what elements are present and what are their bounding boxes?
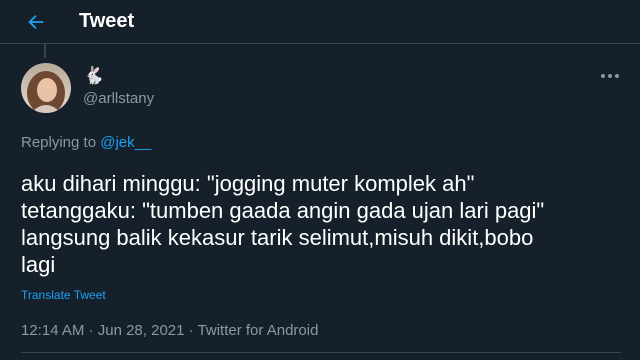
header: Tweet	[0, 0, 640, 44]
divider	[21, 352, 621, 353]
back-button[interactable]	[18, 4, 54, 40]
more-horizontal-icon	[601, 74, 619, 78]
arrow-left-icon	[28, 14, 44, 30]
thread-connector-line	[44, 44, 46, 58]
tweet-time[interactable]: 12:14 AM	[21, 322, 84, 339]
display-name[interactable]: 🐇	[83, 66, 104, 86]
tweet-meta: 12:14 AM · Jun 28, 2021 · Twitter for An…	[21, 322, 318, 339]
page-title: Tweet	[79, 10, 135, 32]
user-handle[interactable]: @arllstany	[83, 90, 154, 107]
replying-prefix: Replying to	[21, 134, 101, 151]
avatar[interactable]	[21, 63, 71, 113]
reply-mention-link[interactable]: @jek__	[100, 134, 151, 151]
meta-separator: ·	[184, 322, 198, 339]
tweet-date[interactable]: Jun 28, 2021	[98, 322, 185, 339]
tweet-text: aku dihari minggu: "jogging muter komple…	[21, 171, 545, 277]
replying-to: Replying to @jek__	[21, 134, 151, 151]
more-options-button[interactable]	[596, 68, 624, 84]
tweet-page: Tweet 🐇 @arllstany Replying to @jek__ ak…	[0, 0, 640, 360]
tweet-source: Twitter for Android	[197, 322, 319, 339]
meta-separator: ·	[84, 322, 98, 339]
translate-tweet-link[interactable]: Translate Tweet	[21, 288, 106, 302]
user-avatar	[21, 63, 71, 113]
